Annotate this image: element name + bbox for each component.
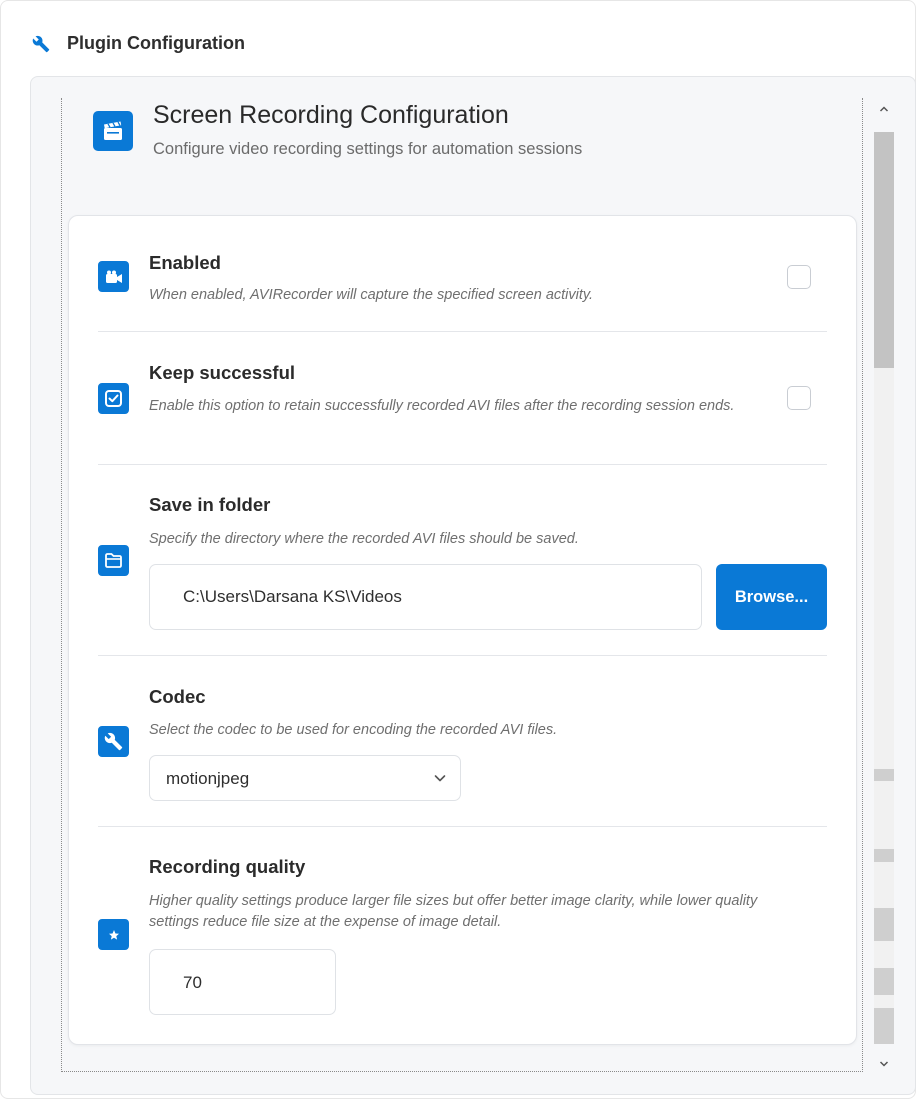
wrench-icon	[32, 35, 50, 52]
save-folder-input[interactable]: C:\Users\Darsana KS\Videos	[149, 564, 702, 630]
scroll-marker	[874, 968, 894, 995]
scroll-marker	[874, 908, 894, 941]
star-icon	[98, 919, 129, 950]
scroll-up-arrow-icon[interactable]	[879, 105, 889, 113]
folder-icon	[98, 545, 129, 576]
quality-value: 70	[183, 973, 202, 992]
clapperboard-icon	[93, 111, 133, 151]
codec-select[interactable]: motionjpeg	[149, 755, 461, 801]
section-title: Screen Recording Configuration	[153, 101, 509, 129]
quality-input[interactable]: 70	[149, 949, 336, 1015]
plugin-title: Plugin Configuration	[67, 33, 245, 53]
codec-selected-value: motionjpeg	[166, 769, 250, 788]
divider	[98, 331, 827, 332]
keep-successful-checkbox[interactable]	[787, 386, 811, 410]
vertical-scrollbar[interactable]	[873, 98, 895, 1073]
plugin-header: Plugin Configuration	[32, 33, 245, 54]
scroll-marker	[874, 769, 894, 781]
chevron-down-icon	[434, 775, 446, 782]
divider	[98, 655, 827, 656]
scroll-thumb[interactable]	[874, 132, 894, 368]
codec-label: Codec	[149, 686, 206, 707]
section-subtitle: Configure video recording settings for a…	[153, 140, 583, 158]
enabled-description: When enabled, AVIRecorder will capture t…	[149, 287, 594, 303]
divider	[98, 826, 827, 827]
video-camera-icon	[98, 261, 129, 292]
wrench-small-icon	[98, 726, 129, 757]
enabled-label: Enabled	[149, 252, 221, 273]
quality-label: Recording quality	[149, 856, 306, 877]
quality-description: Higher quality settings produce larger f…	[149, 893, 758, 930]
scroll-marker	[874, 1008, 894, 1044]
enabled-checkbox[interactable]	[787, 265, 811, 289]
keep-successful-label: Keep successful	[149, 362, 296, 383]
browse-button[interactable]: Browse...	[716, 564, 827, 630]
scroll-down-arrow-icon[interactable]	[879, 1060, 889, 1068]
scroll-marker	[874, 849, 894, 862]
save-folder-label: Save in folder	[149, 494, 271, 515]
save-folder-description: Specify the directory where the recorded…	[149, 531, 579, 547]
checkbox-square-icon	[98, 383, 129, 414]
keep-successful-description: Enable this option to retain successfull…	[149, 398, 735, 414]
divider	[98, 464, 827, 465]
codec-description: Select the codec to be used for encoding…	[149, 722, 558, 738]
